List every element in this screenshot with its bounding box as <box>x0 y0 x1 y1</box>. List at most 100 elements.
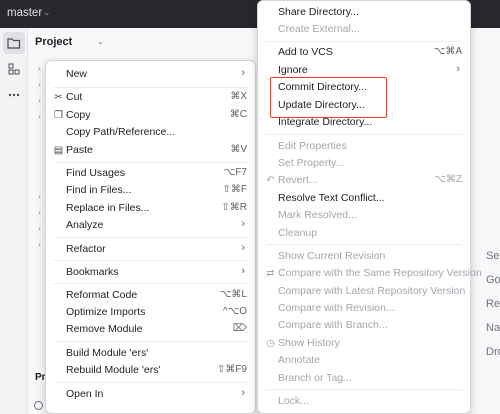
tree-expand-icon[interactable]: › <box>38 224 41 233</box>
chevron-down-icon[interactable]: ⌄ <box>43 7 51 18</box>
tree-expand-icon[interactable]: › <box>38 208 41 217</box>
menu-item-label: Create External... <box>278 23 360 35</box>
menu-separator <box>54 341 247 342</box>
tree-expand-icon[interactable]: › <box>38 80 41 89</box>
menu-item-show-history[interactable]: ◷ Show History <box>258 335 470 352</box>
menu-item-label: Show Current Revision <box>278 250 386 262</box>
menu-separator <box>54 382 247 383</box>
menu-item-shortcut: ⌥⌘Z <box>434 174 462 185</box>
project-title[interactable]: Project <box>35 36 72 48</box>
menu-item-label: Compare with Revision... <box>278 302 395 314</box>
menu-item-reformat-code[interactable]: Reformat Code ⌥⌘L <box>46 287 255 304</box>
menu-item-analyze[interactable]: Analyze › <box>46 217 255 234</box>
menu-item-optimize-imports[interactable]: Optimize Imports ^⌥O <box>46 304 255 321</box>
chevron-right-icon: › <box>241 67 245 79</box>
menu-item-label: Compare with Branch... <box>278 319 388 331</box>
menu-item-show-current-revision[interactable]: Show Current Revision <box>258 248 470 265</box>
menu-item-label: Compare with the Same Repository Version <box>278 267 482 279</box>
menu-separator <box>266 134 462 135</box>
menu-item-label: Branch or Tag... <box>278 372 352 384</box>
menu-item-find-in-files[interactable]: Find in Files... ⇧⌘F <box>46 182 255 199</box>
menu-separator <box>266 389 462 390</box>
menu-item-edit-properties[interactable]: Edit Properties <box>258 138 470 155</box>
menu-item-label: Resolve Text Conflict... <box>278 192 385 204</box>
menu-item-paste[interactable]: ▤ Paste ⌘V <box>46 142 255 159</box>
menu-item-share-directory[interactable]: Share Directory... <box>258 4 470 21</box>
menu-item-mark-resolved[interactable]: Mark Resolved... <box>258 207 470 224</box>
menu-item-label: Build Module 'ers' <box>66 347 149 359</box>
tree-expand-icon[interactable]: › <box>38 96 41 105</box>
menu-item-label: Bookmarks <box>66 266 119 278</box>
menu-item-cut[interactable]: ✂ Cut ⌘X <box>46 89 255 106</box>
menu-item-shortcut: ⇧⌘F9 <box>216 364 247 375</box>
copy-icon: ❐ <box>54 110 63 121</box>
menu-item-branch-or-tag[interactable]: Branch or Tag... <box>258 370 470 387</box>
folder-icon[interactable] <box>3 32 25 54</box>
menu-item-find-usages[interactable]: Find Usages ⌥F7 <box>46 165 255 182</box>
menu-item-shortcut: ⌥F7 <box>223 167 247 178</box>
tree-expand-icon[interactable]: › <box>38 112 41 121</box>
tool-window-strip <box>0 28 28 414</box>
menu-item-label: Add to VCS <box>278 46 333 58</box>
more-icon[interactable] <box>3 84 25 106</box>
highlight-box <box>270 77 387 118</box>
menu-separator <box>266 244 462 245</box>
menu-item-new[interactable]: New › <box>46 66 255 83</box>
revert-icon: ↶ <box>266 175 275 186</box>
menu-item-label: Optimize Imports <box>66 306 146 318</box>
menu-item-create-external[interactable]: Create External... <box>258 21 470 38</box>
menu-item-annotate[interactable]: Annotate <box>258 352 470 369</box>
tree-expand-icon[interactable]: › <box>38 192 41 201</box>
menu-item-copy[interactable]: ❐ Copy ⌘C <box>46 107 255 124</box>
menu-item-rebuild-module[interactable]: Rebuild Module 'ers' ⇧⌘F9 <box>46 362 255 379</box>
menu-item-set-property[interactable]: Set Property... <box>258 155 470 172</box>
tree-expand-icon[interactable]: › <box>38 64 41 73</box>
menu-item-compare-same-repo-version[interactable]: ⇄ Compare with the Same Repository Versio… <box>258 265 481 282</box>
menu-item-shortcut: ^⌥O <box>223 306 247 317</box>
menu-separator <box>54 237 247 238</box>
menu-item-cleanup[interactable]: Cleanup <box>258 225 470 242</box>
menu-item-label: Ignore <box>278 64 308 76</box>
menu-item-refactor[interactable]: Refactor › <box>46 241 255 258</box>
menu-separator <box>266 41 462 42</box>
menu-item-label: Lock... <box>278 395 309 407</box>
menu-item-compare-latest-repo-version[interactable]: Compare with Latest Repository Version <box>258 283 470 300</box>
menu-item-resolve-text-conflict[interactable]: Resolve Text Conflict... <box>258 190 470 207</box>
branch-name[interactable]: master <box>7 7 42 19</box>
menu-item-shortcut: ⌥⌘A <box>433 46 462 57</box>
menu-item-revert[interactable]: ↶ Revert... ⌥⌘Z <box>258 172 470 189</box>
chevron-right-icon: › <box>241 387 245 399</box>
menu-item-open-in[interactable]: Open In › <box>46 386 255 403</box>
menu-item-bookmarks[interactable]: Bookmarks › <box>46 264 255 281</box>
chevron-down-icon[interactable]: ⌄ <box>97 37 104 46</box>
menu-item-label: Reformat Code <box>66 289 138 301</box>
menu-separator <box>54 283 247 284</box>
menu-item-label: Analyze <box>66 219 104 231</box>
menu-item-shortcut: ⌘V <box>230 144 247 155</box>
menu-item-build-module[interactable]: Build Module 'ers' <box>46 345 255 362</box>
menu-item-compare-with-revision[interactable]: Compare with Revision... <box>258 300 470 317</box>
menu-item-label: Find in Files... <box>66 184 132 196</box>
bottom-panel-title: Pr <box>35 372 46 383</box>
menu-item-shortcut: ⌘X <box>230 91 247 102</box>
chevron-right-icon: › <box>456 63 460 75</box>
bottom-panel-icon[interactable] <box>34 401 43 410</box>
menu-item-label: Copy Path/Reference... <box>66 126 176 138</box>
menu-item-label: Revert... <box>278 174 318 186</box>
tree-expand-icon[interactable]: › <box>38 240 41 249</box>
menu-item-replace-in-files[interactable]: Replace in Files... ⇧⌘R <box>46 200 255 217</box>
menu-item-add-to-vcs[interactable]: Add to VCS ⌥⌘A <box>258 44 470 61</box>
structure-icon[interactable] <box>3 58 25 80</box>
hint-label: Se <box>486 250 500 262</box>
menu-item-label: Paste <box>66 144 93 156</box>
menu-item-compare-with-branch[interactable]: Compare with Branch... <box>258 317 470 334</box>
menu-item-copy-path[interactable]: Copy Path/Reference... <box>46 124 255 141</box>
menu-item-remove-module[interactable]: Remove Module ⌦ <box>46 321 255 338</box>
chevron-right-icon: › <box>241 265 245 277</box>
menu-item-lock[interactable]: Lock... <box>258 393 470 410</box>
chevron-right-icon: › <box>241 218 245 230</box>
menu-item-label: Open In <box>66 388 104 400</box>
menu-separator <box>54 260 247 261</box>
chevron-right-icon: › <box>241 242 245 254</box>
menu-item-label: Rebuild Module 'ers' <box>66 364 161 376</box>
